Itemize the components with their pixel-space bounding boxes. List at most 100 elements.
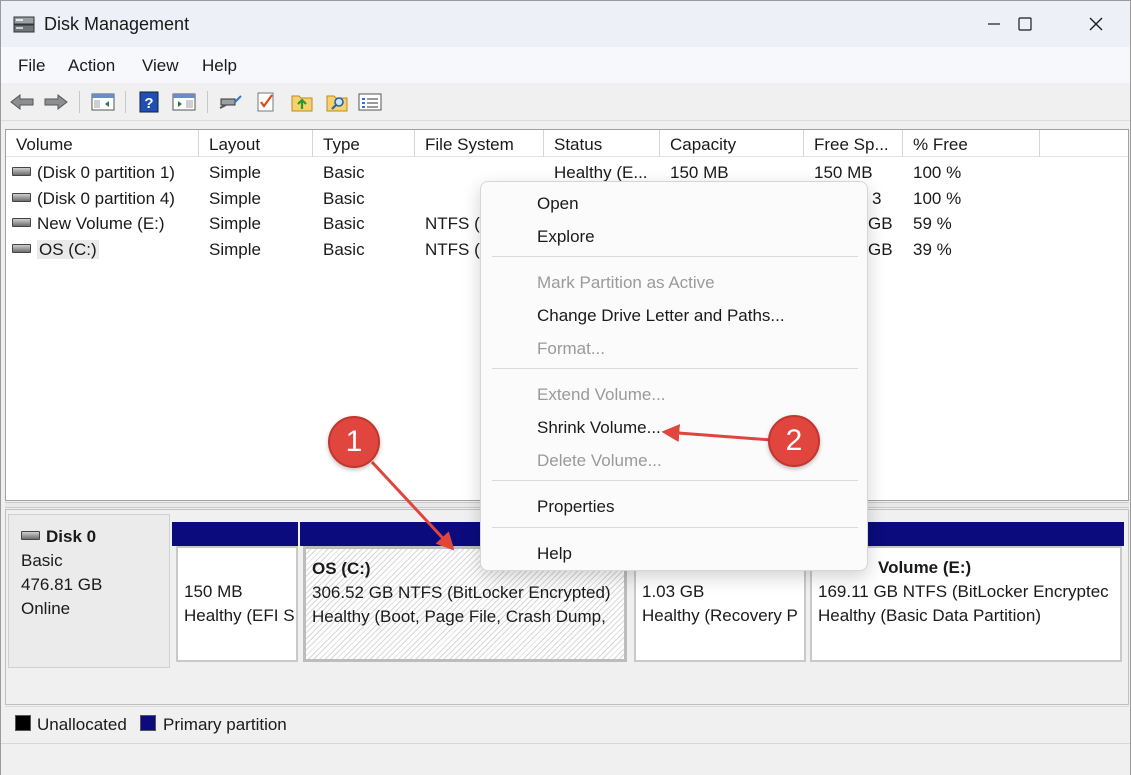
callout-badge-1: 1 [328, 416, 380, 468]
menu-action[interactable]: Action [68, 56, 115, 76]
menu-item-explore[interactable]: Explore [537, 227, 595, 247]
partition-status: Healthy (Boot, Page File, Crash Dump, [312, 607, 606, 626]
partition-status: Healthy (EFI S [184, 606, 295, 625]
menu-item-properties[interactable]: Properties [537, 497, 614, 517]
file-system-cell: NTFS ( [425, 239, 480, 259]
layout-cell: Simple [209, 214, 261, 233]
percent-free-cell: 39 % [913, 239, 952, 259]
maximize-button[interactable] [995, 1, 1055, 47]
file-system-cell [425, 186, 485, 211]
menu-item-format: Format... [537, 339, 606, 358]
free-space-cell: 3 [872, 188, 882, 208]
layout-cell: Simple [209, 239, 261, 259]
legend-primary-partition: Primary partition [163, 715, 287, 734]
menu-item-delete-volume: Delete Volume... [537, 451, 662, 470]
layout-cell: Simple [209, 163, 261, 182]
folder-up-icon[interactable] [289, 90, 315, 114]
menu-item-shrink-volume[interactable]: Shrink Volume... [537, 418, 661, 438]
type-cell: Basic [323, 239, 365, 259]
close-button[interactable] [1066, 1, 1126, 47]
context-menu: Open Explore Mark Partition as Active Ch… [480, 181, 868, 571]
forward-icon[interactable] [43, 90, 69, 114]
toolbar-separator [207, 91, 208, 113]
toolbar-separator [79, 91, 80, 113]
window-title: Disk Management [44, 14, 190, 34]
title-bar: Disk Management [1, 1, 1130, 47]
menu-file[interactable]: File [18, 56, 45, 76]
drive-icon [12, 167, 31, 177]
close-icon [1088, 16, 1104, 32]
percent-free-cell: 100 % [913, 188, 962, 208]
layout-cell: Simple [209, 188, 261, 208]
percent-free-cell: 100 % [913, 163, 962, 182]
legend: Unallocated Primary partition [5, 706, 1129, 740]
column-header-volume[interactable]: Volume [6, 130, 199, 157]
menu-bar: File Action View Help [1, 47, 1130, 83]
back-icon[interactable] [9, 90, 35, 114]
disk-icon [21, 530, 40, 540]
folder-search-icon[interactable] [324, 90, 350, 114]
maximize-icon [1018, 17, 1032, 31]
callout-number: 2 [785, 424, 803, 457]
disk-management-app-icon [13, 13, 35, 35]
callout-badge-2: 2 [768, 415, 820, 467]
volume-name-cell: (Disk 0 partition 1) [12, 160, 198, 185]
callout-number: 1 [345, 425, 363, 458]
volume-name: (Disk 0 partition 4) [37, 188, 175, 208]
column-header-type[interactable]: Type [313, 130, 415, 157]
column-header-percent-free[interactable]: % Free [903, 130, 1040, 157]
column-header-status[interactable]: Status [544, 130, 660, 157]
menu-help[interactable]: Help [202, 56, 237, 76]
checkmark-icon[interactable] [253, 90, 279, 114]
menu-view[interactable]: View [142, 56, 179, 76]
file-system-cell: NTFS ( [425, 214, 480, 233]
partition-size: 150 MB [184, 582, 243, 601]
connect-icon[interactable] [217, 90, 243, 114]
volume-name-cell: New Volume (E:) [12, 211, 198, 236]
column-header-free-space[interactable]: Free Sp... [804, 130, 903, 157]
volume-name: New Volume (E:) [37, 214, 165, 233]
disk-size: 476.81 GB [21, 575, 103, 594]
menu-item-mark-partition-active: Mark Partition as Active [537, 273, 715, 292]
properties-list-icon[interactable] [357, 90, 383, 114]
menu-item-open[interactable]: Open [537, 194, 579, 214]
disk-info-panel[interactable]: Disk 0 Basic 476.81 GB Online [8, 514, 170, 668]
show-hide-console-tree-icon[interactable] [90, 90, 116, 114]
menu-item-help[interactable]: Help [537, 544, 572, 564]
disk-name: Disk 0 [46, 527, 97, 546]
percent-free-cell: 59 % [913, 214, 952, 233]
drive-icon [12, 243, 31, 253]
menu-separator [492, 527, 858, 528]
menu-item-extend-volume: Extend Volume... [537, 385, 666, 404]
disk-type: Basic [21, 551, 63, 570]
volume-name: (Disk 0 partition 1) [37, 163, 175, 182]
menu-item-change-drive-letter[interactable]: Change Drive Letter and Paths... [537, 306, 785, 326]
partition-bar [172, 522, 298, 546]
svg-text:?: ? [144, 95, 153, 112]
menu-separator [492, 256, 858, 257]
legend-unallocated: Unallocated [37, 715, 127, 734]
unallocated-swatch [15, 715, 31, 731]
volume-name: OS (C:) [37, 239, 99, 259]
disk-state: Online [21, 599, 71, 618]
partition-efi[interactable]: 150 MB Healthy (EFI S [176, 546, 298, 662]
partition-size: 306.52 GB NTFS (BitLocker Encrypted) [312, 583, 611, 602]
drive-icon [12, 218, 31, 228]
column-header-capacity[interactable]: Capacity [660, 130, 804, 157]
partition-status: Healthy (Basic Data Partition) [818, 606, 1041, 625]
volume-list-header: Volume Layout Type File System Status Ca… [6, 130, 1128, 157]
toolbar-separator [125, 91, 126, 113]
partition-size: 1.03 GB [642, 582, 705, 601]
toolbar: ? [1, 83, 1130, 121]
volume-name-cell: (Disk 0 partition 4) [12, 186, 198, 211]
help-icon[interactable]: ? [136, 90, 162, 114]
column-header-file-system[interactable]: File System [415, 130, 544, 157]
primary-partition-swatch [140, 715, 156, 731]
show-action-pane-icon[interactable] [171, 90, 197, 114]
file-system-cell [425, 160, 485, 185]
status-bar [1, 743, 1130, 775]
menu-separator [492, 480, 858, 481]
type-cell: Basic [323, 188, 365, 208]
column-header-layout[interactable]: Layout [199, 130, 313, 157]
partition-size: 169.11 GB NTFS (BitLocker Encryptec [818, 582, 1109, 601]
